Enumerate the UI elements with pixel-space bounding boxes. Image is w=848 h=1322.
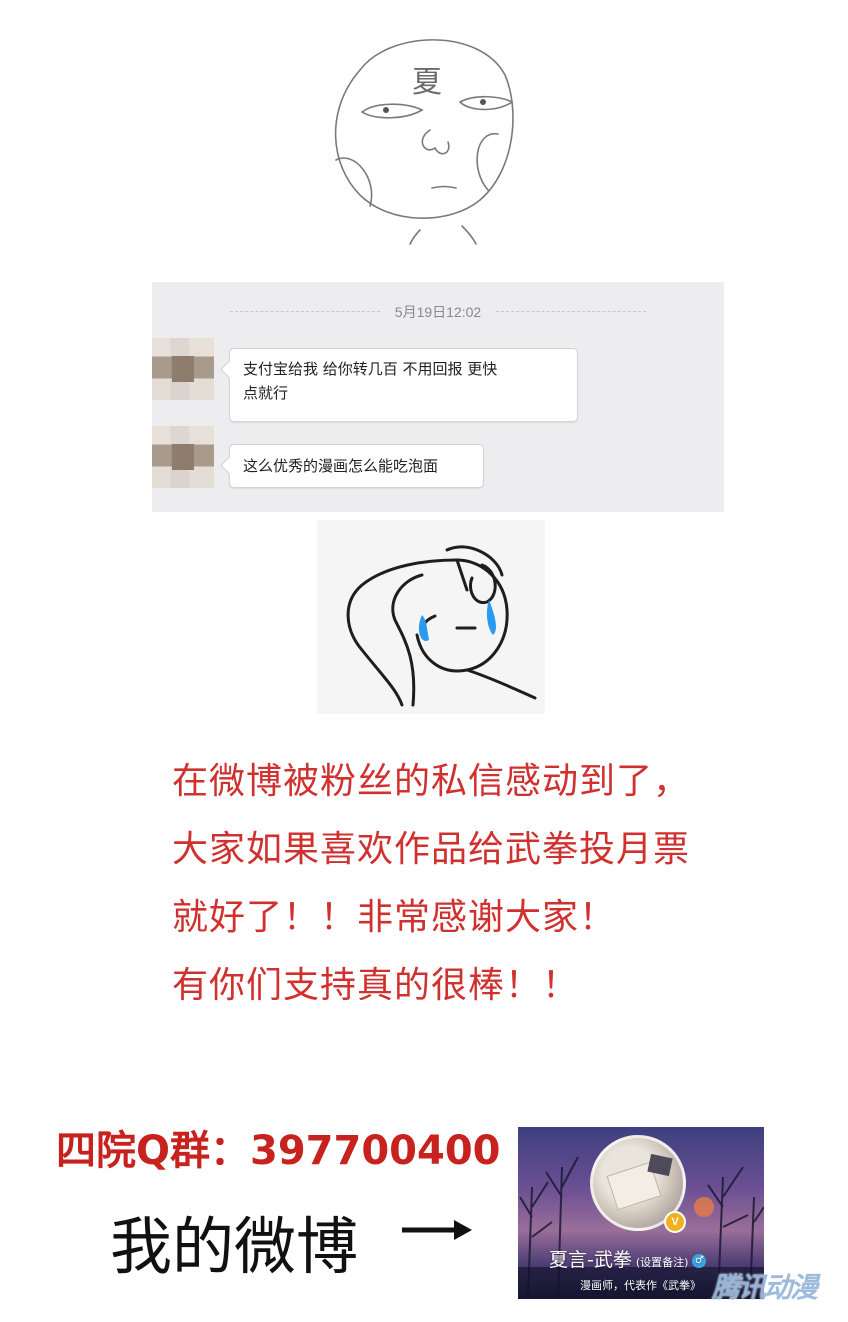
time-divider-right bbox=[496, 311, 646, 312]
profile-name-row: 夏言-武拳 (设置备注) ♂ bbox=[549, 1245, 707, 1272]
message-line: 有你们支持真的很棒！！ bbox=[172, 965, 580, 1006]
forehead-char: 夏 bbox=[412, 65, 442, 100]
watermark-logo: 腾讯动漫 bbox=[712, 1271, 818, 1304]
avatar bbox=[152, 338, 214, 400]
set-remark-link[interactable]: (设置备注) bbox=[636, 1256, 689, 1269]
message-text-line: 这么优秀的漫画怎么能吃泡面 bbox=[243, 457, 439, 475]
message-line: 大家如果喜欢作品给武拳投月票 bbox=[172, 829, 691, 870]
profile-description: 漫画师，代表作《武拳》 bbox=[580, 1279, 701, 1292]
crying-doodle bbox=[346, 545, 537, 707]
chat-panel: 5月19日12:02 支付宝给我 给你转几百 不用回报 更快 点就行 这么优秀的… bbox=[152, 282, 724, 512]
my-weibo-label: 我的微博 bbox=[110, 1210, 359, 1283]
verified-badge-icon: V bbox=[664, 1211, 686, 1233]
message-line: 在微博被粉丝的私信感动到了， bbox=[172, 761, 691, 802]
message-bubble: 支付宝给我 给你转几百 不用回报 更快 点就行 bbox=[229, 348, 578, 422]
male-gender-icon: ♂ bbox=[692, 1253, 707, 1268]
face-doodle: 夏 bbox=[334, 39, 514, 245]
crying-doodle-panel bbox=[317, 520, 545, 714]
message-text-line: 点就行 bbox=[243, 384, 289, 402]
avatar bbox=[152, 426, 214, 488]
message-line: 就好了！！非常感谢大家！ bbox=[172, 897, 617, 938]
thanks-message: 在微博被粉丝的私信感动到了， 大家如果喜欢作品给武拳投月票 就好了！！非常感谢大… bbox=[172, 748, 772, 1020]
message-bubble: 这么优秀的漫画怎么能吃泡面 bbox=[229, 444, 484, 488]
arrow-right-icon bbox=[402, 1220, 472, 1240]
qq-group-number: 四院Q群：397700400 bbox=[56, 1128, 501, 1174]
profile-name: 夏言-武拳 bbox=[549, 1249, 632, 1271]
chat-timestamp: 5月19日12:02 bbox=[394, 304, 482, 320]
